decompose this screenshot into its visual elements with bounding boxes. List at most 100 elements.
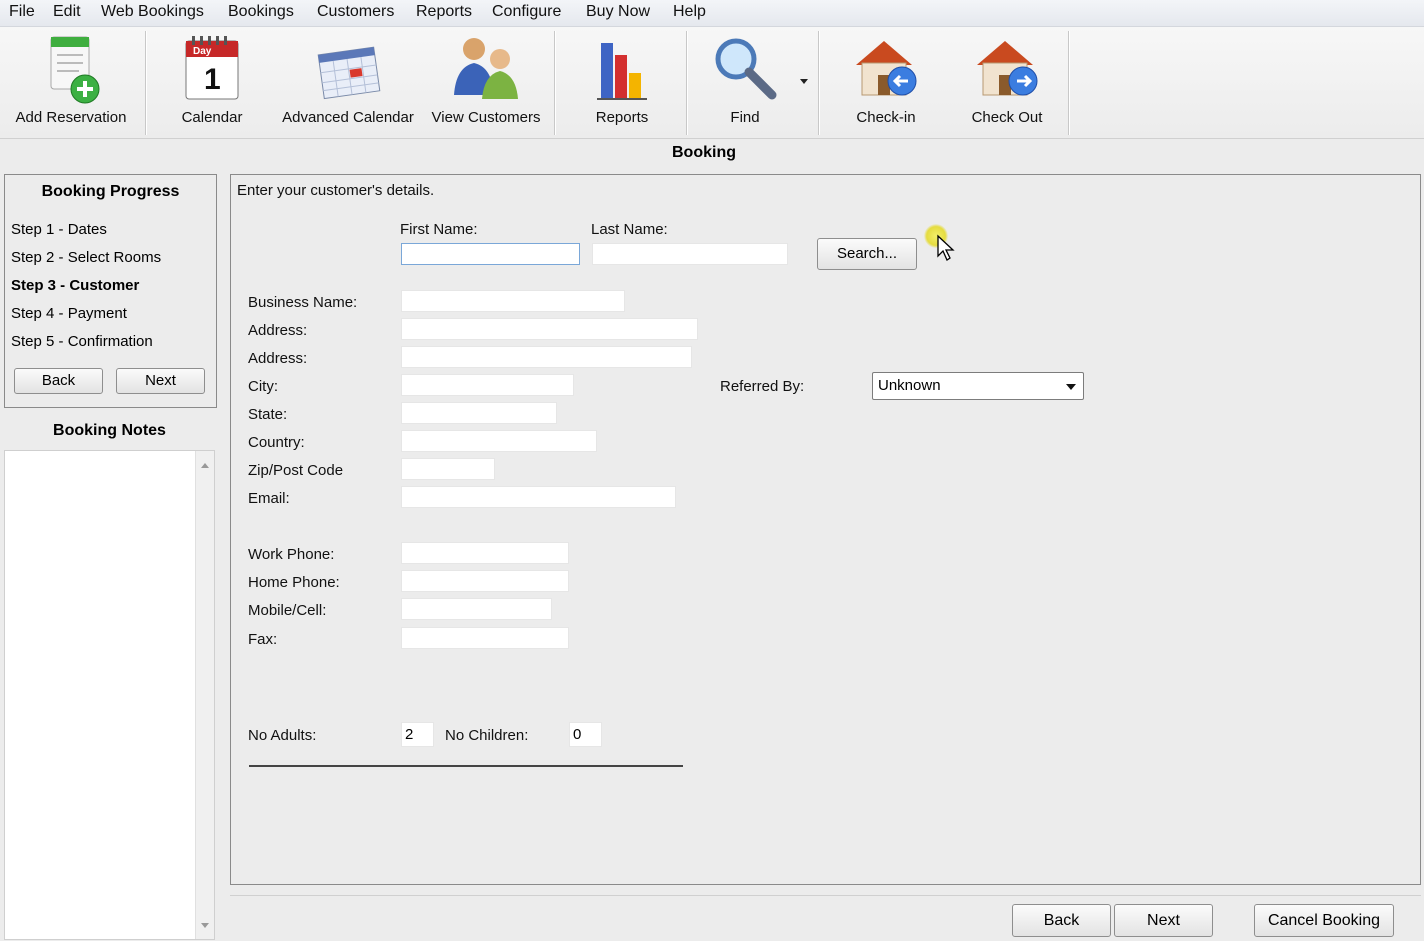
toolbar-separator [686, 31, 688, 135]
page-title: Booking [672, 144, 736, 161]
view-customers-label: View Customers [431, 109, 541, 126]
find-dropdown-arrow-icon[interactable] [800, 79, 808, 84]
find-button[interactable]: Find [700, 27, 790, 135]
advanced-calendar-icon [317, 46, 381, 100]
cancel-booking-button[interactable]: Cancel Booking [1254, 904, 1394, 937]
progress-back-button[interactable]: Back [14, 368, 103, 394]
form-instruction: Enter your customer's details. [237, 182, 435, 199]
state-input[interactable] [401, 402, 557, 424]
country-label: Country: [248, 434, 305, 451]
state-label: State: [248, 406, 288, 423]
address1-label: Address: [248, 322, 308, 339]
check-in-label: Check-in [856, 109, 916, 126]
add-reservation-button[interactable]: Add Reservation [6, 27, 136, 135]
calendar-icon-number: 1 [204, 63, 221, 96]
footer-next-button[interactable]: Next [1114, 904, 1213, 937]
check-in-button[interactable]: Check-in [832, 27, 940, 135]
referred-by-value: Unknown [878, 377, 941, 394]
mobile-label: Mobile/Cell: [248, 602, 327, 619]
menu-bookings[interactable]: Bookings [228, 3, 294, 21]
no-children-label: No Children: [445, 727, 529, 744]
advanced-calendar-label: Advanced Calendar [282, 109, 414, 126]
toolbar-separator [1068, 31, 1070, 135]
step-payment: Step 4 - Payment [11, 305, 127, 322]
divider [249, 765, 683, 767]
check-out-button[interactable]: Check Out [952, 27, 1062, 135]
magnifier-icon [715, 38, 777, 100]
mobile-input[interactable] [401, 598, 552, 620]
zip-input[interactable] [401, 458, 495, 480]
check-out-label: Check Out [971, 109, 1043, 126]
booking-notes-title: Booking Notes [53, 422, 166, 439]
booking-progress-panel: Booking Progress Step 1 - Dates Step 2 -… [4, 174, 217, 408]
search-button[interactable]: Search... [817, 238, 917, 270]
reports-icon [597, 43, 647, 100]
customers-icon [454, 38, 518, 99]
calendar-button[interactable]: Day 1 Calendar [158, 27, 266, 135]
advanced-calendar-button[interactable]: Advanced Calendar [278, 27, 418, 135]
last-name-input[interactable] [592, 243, 788, 265]
booking-progress-title: Booking Progress [41, 183, 180, 200]
menu-bar: File Edit Web Bookings Bookings Customer… [0, 0, 1424, 27]
fax-input[interactable] [401, 627, 569, 649]
step-select-rooms: Step 2 - Select Rooms [11, 249, 162, 266]
referred-by-select[interactable]: Unknown [872, 372, 1084, 400]
address2-input[interactable] [401, 346, 692, 368]
menu-help[interactable]: Help [673, 3, 706, 21]
first-name-input[interactable] [401, 243, 580, 265]
scroll-up-arrow-icon[interactable] [201, 463, 209, 468]
no-adults-input[interactable] [401, 722, 434, 747]
home-phone-label: Home Phone: [248, 574, 340, 591]
no-children-input[interactable] [569, 722, 602, 747]
city-label: City: [248, 378, 278, 395]
check-out-icon [977, 41, 1038, 96]
find-label: Find [730, 109, 760, 126]
home-phone-input[interactable] [401, 570, 569, 592]
notes-scrollbar[interactable] [195, 451, 214, 939]
step-customer: Step 3 - Customer [11, 277, 140, 294]
reports-label: Reports [595, 109, 649, 126]
menu-reports[interactable]: Reports [416, 3, 472, 21]
toolbar-separator [818, 31, 820, 135]
toolbar-separator [554, 31, 556, 135]
no-adults-label: No Adults: [248, 727, 317, 744]
mouse-cursor-icon [937, 234, 955, 261]
reports-button[interactable]: Reports [570, 27, 674, 135]
email-label: Email: [248, 490, 290, 507]
footer-back-button[interactable]: Back [1012, 904, 1111, 937]
toolbar-separator [145, 31, 147, 135]
first-name-label: First Name: [400, 221, 478, 238]
referred-by-label: Referred By: [720, 378, 805, 395]
menu-edit[interactable]: Edit [53, 3, 81, 21]
work-phone-label: Work Phone: [248, 546, 335, 563]
fax-label: Fax: [248, 631, 278, 648]
work-phone-input[interactable] [401, 542, 569, 564]
calendar-icon: Day 1 [185, 36, 239, 100]
menu-web-bookings[interactable]: Web Bookings [101, 3, 204, 21]
calendar-icon-day: Day [193, 46, 212, 57]
zip-label: Zip/Post Code [248, 462, 344, 479]
address1-input[interactable] [401, 318, 698, 340]
business-name-label: Business Name: [248, 294, 358, 311]
menu-file[interactable]: File [9, 3, 35, 21]
booking-notes-textarea[interactable] [4, 450, 215, 940]
menu-configure[interactable]: Configure [492, 3, 561, 21]
add-reservation-icon [50, 36, 100, 104]
last-name-label: Last Name: [591, 221, 668, 238]
calendar-label: Calendar [181, 109, 243, 126]
view-customers-button[interactable]: View Customers [424, 27, 548, 135]
email-input[interactable] [401, 486, 676, 508]
country-input[interactable] [401, 430, 597, 452]
chevron-down-icon [1066, 384, 1076, 390]
business-name-input[interactable] [401, 290, 625, 312]
customer-details-panel: Enter your customer's details. First Nam… [230, 174, 1421, 885]
menu-customers[interactable]: Customers [317, 3, 394, 21]
menu-buy-now[interactable]: Buy Now [586, 3, 650, 21]
step-dates: Step 1 - Dates [11, 221, 107, 238]
footer-divider [230, 895, 1421, 896]
scroll-down-arrow-icon[interactable] [201, 923, 209, 928]
city-input[interactable] [401, 374, 574, 396]
step-confirmation: Step 5 - Confirmation [11, 333, 153, 350]
progress-next-button[interactable]: Next [116, 368, 205, 394]
address2-label: Address: [248, 350, 308, 367]
